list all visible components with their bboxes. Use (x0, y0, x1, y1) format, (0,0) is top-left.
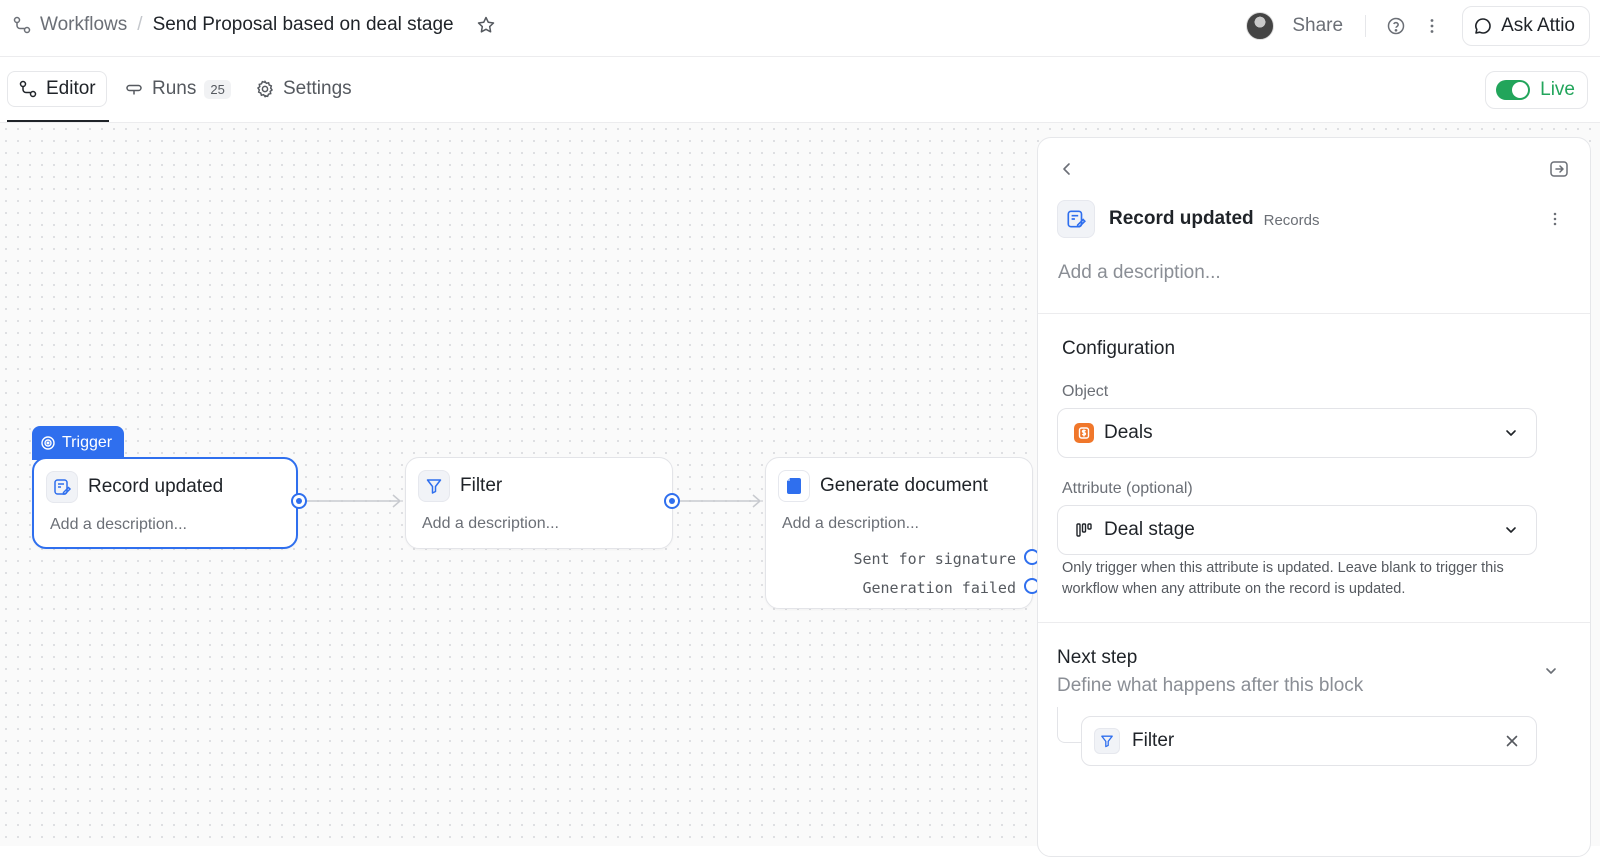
collapse-panel-icon[interactable] (1548, 158, 1570, 180)
panel-description-input[interactable]: Add a description... (1058, 262, 1221, 284)
record-icon (1057, 200, 1095, 238)
next-step-item[interactable]: Filter (1081, 716, 1537, 766)
attribute-label-text: Attribute (1062, 480, 1122, 497)
chevron-down-icon[interactable] (1542, 662, 1560, 680)
panel-title: Record updated (1109, 208, 1254, 229)
next-step-subtitle: Define what happens after this block (1057, 675, 1364, 696)
node-header: Record updated (46, 471, 223, 503)
tab-editor[interactable]: Editor (7, 71, 107, 107)
node-record-updated[interactable]: Record updated Add a description... (32, 457, 298, 549)
runs-icon (124, 79, 144, 99)
gear-icon (255, 79, 275, 99)
object-label: Object (1062, 383, 1109, 400)
help-icon[interactable] (1384, 14, 1408, 38)
workflow-icon (12, 15, 32, 35)
node-description-input[interactable]: Add a description... (782, 515, 919, 533)
attribute-help-text: Only trigger when this attribute is upda… (1062, 560, 1504, 597)
tab-bar: Editor Runs 25 Settings Live (0, 57, 1600, 123)
live-label: Live (1540, 79, 1575, 100)
chat-bubble-icon (1473, 16, 1493, 36)
node-header: Filter (418, 470, 502, 502)
live-toggle[interactable]: Live (1485, 71, 1588, 109)
node-title: Record updated (88, 476, 224, 497)
deals-icon (1074, 423, 1094, 443)
workflow-icon (18, 79, 38, 99)
tab-label: Runs (152, 78, 197, 99)
panel-header: Record updated Records (1057, 200, 1319, 238)
panel-subtitle: Records (1263, 211, 1320, 229)
chevron-left-icon[interactable] (1058, 160, 1076, 178)
tab-label: Editor (46, 78, 96, 99)
status-columns-icon (1074, 520, 1094, 540)
ask-attio-label: Ask Attio (1501, 15, 1575, 36)
active-tab-indicator (7, 120, 109, 122)
node-filter[interactable]: Filter Add a description... (405, 457, 673, 549)
configuration-title: Configuration (1062, 338, 1176, 359)
node-description-input[interactable]: Add a description... (422, 515, 559, 533)
node-generate-document[interactable]: Generate document Add a description... S… (765, 457, 1033, 609)
output-port[interactable] (664, 493, 680, 509)
switch-knob (1512, 82, 1529, 98)
more-vertical-icon[interactable] (1546, 210, 1564, 228)
breadcrumb: Workflows / Send Proposal based on deal … (12, 14, 496, 36)
chevron-down-icon (1502, 424, 1520, 442)
filter-icon (418, 470, 450, 502)
block-details-panel: Record updated Records Add a description… (1037, 137, 1591, 857)
tab-settings[interactable]: Settings (245, 71, 362, 107)
branch-line (1057, 707, 1083, 743)
object-select[interactable]: Deals (1057, 408, 1537, 458)
divider (1038, 313, 1590, 314)
attribute-select[interactable]: Deal stage (1057, 505, 1537, 555)
node-description-input[interactable]: Add a description... (50, 516, 187, 534)
share-button[interactable]: Share (1292, 15, 1343, 37)
target-icon (40, 435, 56, 451)
tab-runs[interactable]: Runs 25 (114, 71, 241, 107)
node-title: Generate document (820, 475, 988, 496)
attribute-label: Attribute (optional) (1062, 480, 1193, 498)
page-title[interactable]: Send Proposal based on deal stage (153, 14, 454, 36)
header-actions: Share Ask Attio (1246, 6, 1590, 46)
breadcrumb-workflows-link[interactable]: Workflows (40, 14, 127, 36)
attribute-select-value: Deal stage (1104, 519, 1195, 540)
ask-attio-button[interactable]: Ask Attio (1462, 6, 1590, 46)
trigger-tag-label: Trigger (62, 434, 113, 451)
runs-count-badge: 25 (204, 79, 231, 99)
divider (1038, 622, 1590, 623)
avatar[interactable] (1246, 12, 1275, 40)
star-icon[interactable] (476, 15, 496, 35)
outcome-label: Generation failed (862, 579, 1016, 597)
next-step-label: Filter (1132, 730, 1175, 751)
live-switch[interactable] (1496, 80, 1531, 100)
outcome-label: Sent for signature (853, 550, 1016, 568)
tab-label: Settings (283, 78, 352, 99)
close-icon[interactable] (1504, 733, 1520, 749)
output-port[interactable] (291, 493, 307, 509)
record-icon (46, 471, 78, 503)
filter-icon (1094, 728, 1120, 754)
object-select-value: Deals (1104, 422, 1153, 443)
attribute-optional-text: (optional) (1126, 480, 1193, 497)
trigger-tag: Trigger (32, 426, 125, 460)
top-bar: Workflows / Send Proposal based on deal … (0, 0, 1600, 57)
chevron-down-icon (1502, 521, 1520, 539)
more-vertical-icon[interactable] (1420, 14, 1444, 38)
node-title: Filter (460, 475, 503, 496)
node-header: Generate document (778, 470, 988, 502)
document-icon (778, 470, 810, 502)
breadcrumb-separator: / (137, 14, 143, 35)
next-step-title: Next step (1057, 647, 1138, 668)
divider (1365, 15, 1367, 37)
